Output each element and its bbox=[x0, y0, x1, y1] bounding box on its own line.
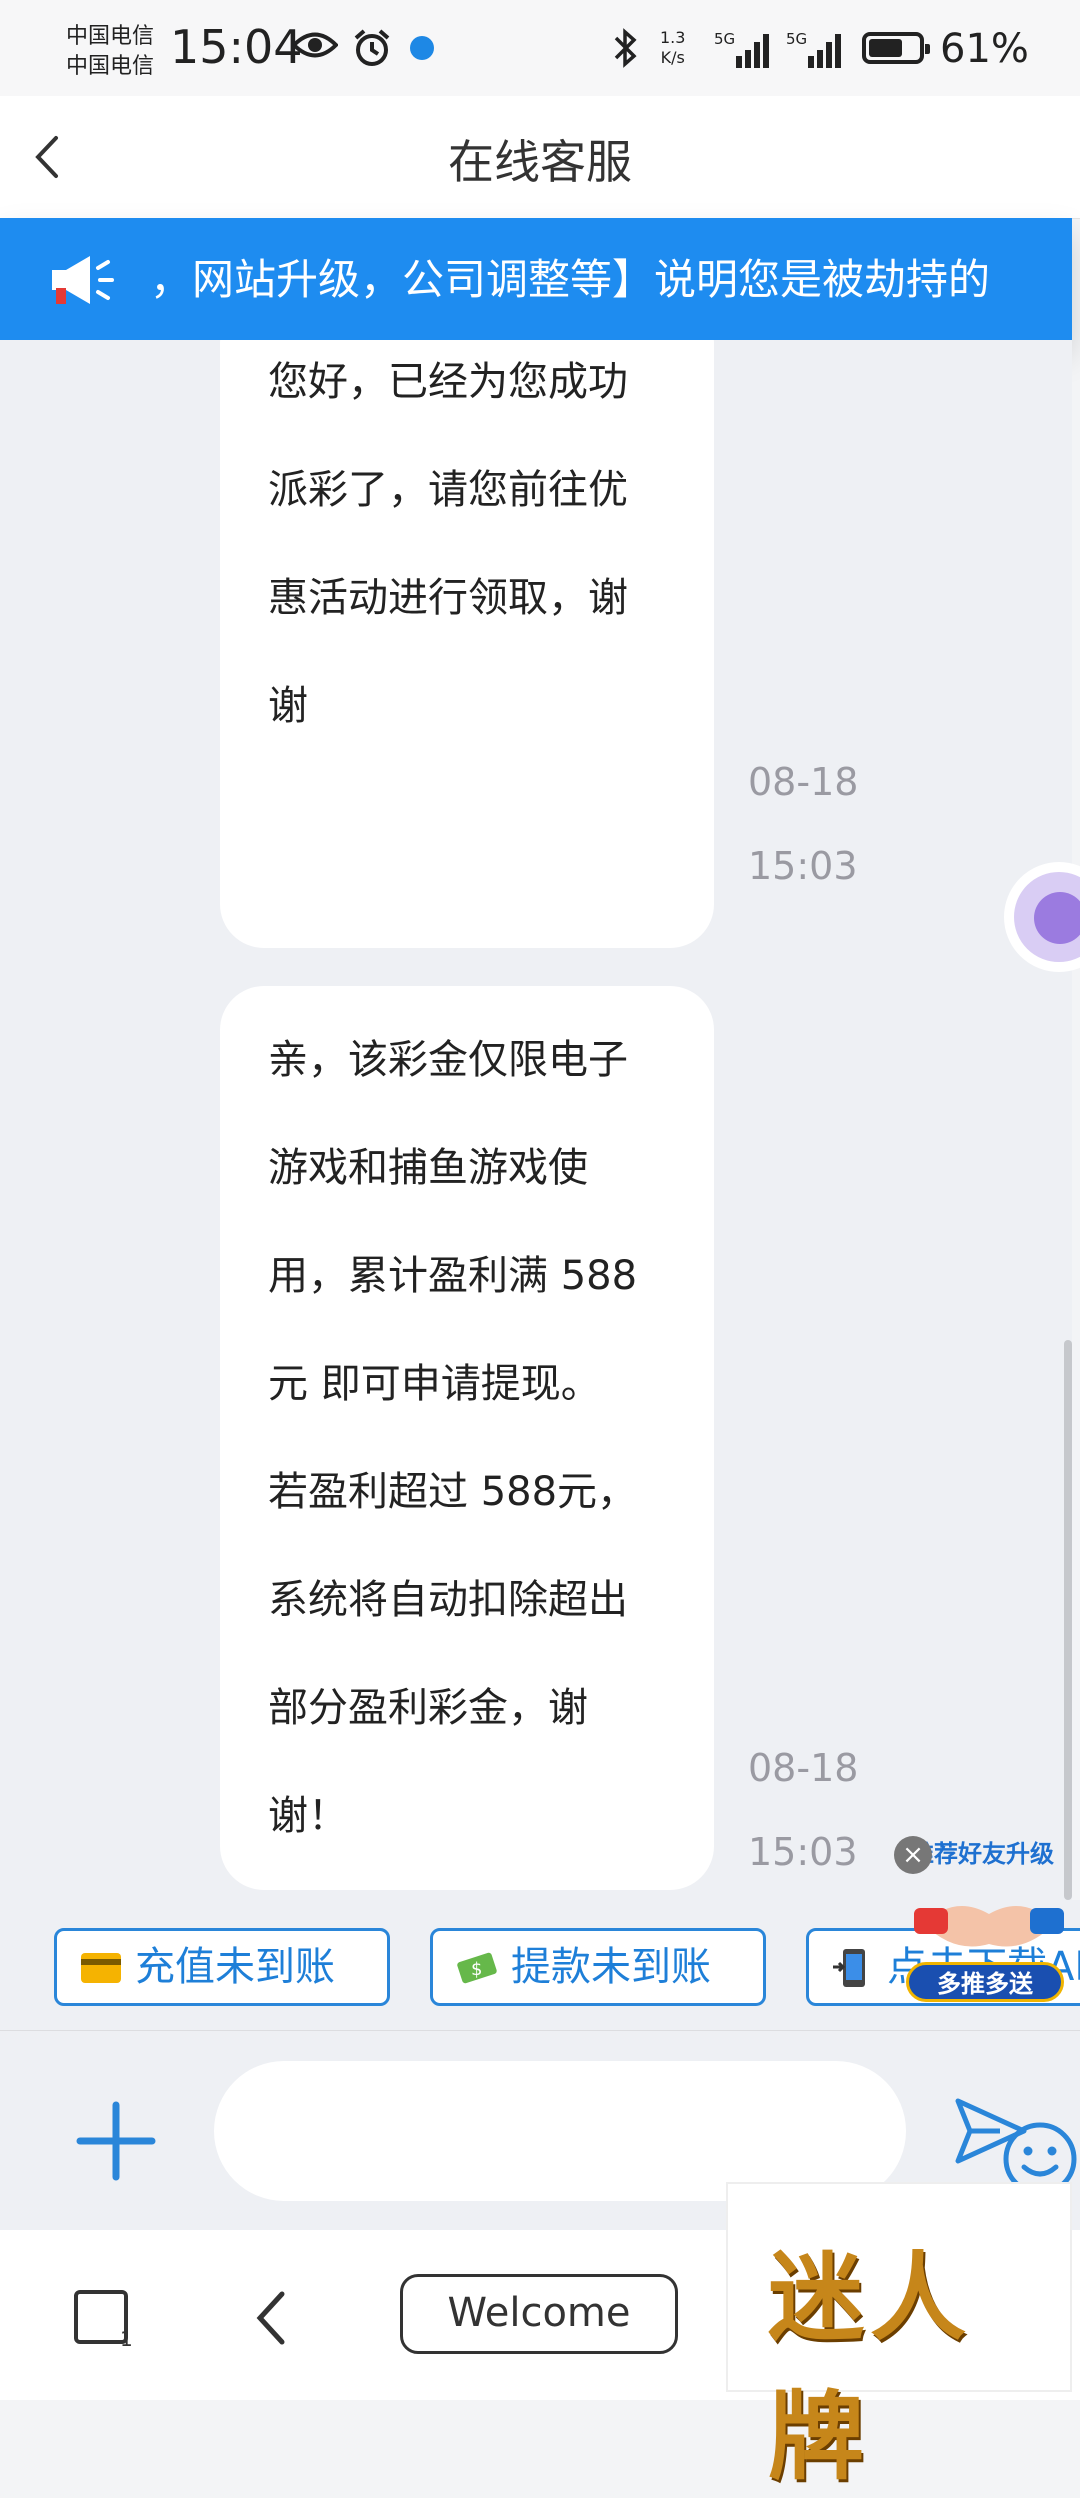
message-line: 元 即可申请提现。 bbox=[268, 1361, 601, 1407]
plus-icon[interactable] bbox=[76, 2101, 156, 2181]
message-line: 谢！ bbox=[268, 1793, 348, 1839]
battery-icon bbox=[862, 32, 930, 64]
message-line: 谢 bbox=[268, 683, 308, 729]
promo-label: 推荐好友升级 bbox=[910, 1840, 1054, 1868]
message-time: 15:03 bbox=[748, 844, 858, 888]
credit-card-icon bbox=[81, 1953, 121, 1983]
message-line: 惠活动进行领取，谢 bbox=[268, 575, 628, 621]
nav-back-icon[interactable] bbox=[252, 2288, 292, 2348]
net-speed-value: 1.3 bbox=[660, 28, 686, 47]
chat-area[interactable]: 您好，已经为您成功 派彩了，请您前往优 惠活动进行领取，谢 谢 08-18 15… bbox=[0, 340, 1072, 1900]
money-icon: $ bbox=[457, 1952, 497, 1984]
quick-reply-label: 提款未到账 bbox=[511, 1944, 711, 1990]
message-timestamp: 08-18 15:03 bbox=[748, 740, 858, 908]
message-line: 派彩了，请您前往优 bbox=[268, 467, 628, 513]
bluetooth-icon bbox=[614, 28, 637, 68]
notice-text: ，网站升级，公司调整等】说明您是被劫持的 bbox=[150, 255, 991, 304]
message-line: 用，累计盈利满 588 bbox=[268, 1253, 638, 1299]
net-speed-unit: K/s bbox=[660, 48, 685, 67]
header: 在线客服 bbox=[0, 96, 1080, 219]
chat-scrollbar[interactable] bbox=[1064, 1340, 1072, 1900]
svg-text:$: $ bbox=[471, 1959, 482, 1980]
signal-1-label: 5G bbox=[714, 30, 735, 48]
message-bubble: 亲，该彩金仅限电子 游戏和捕鱼游戏使 用，累计盈利满 588 元 即可申请提现。… bbox=[220, 986, 714, 1890]
message-input-wrapper bbox=[214, 2061, 1077, 2201]
message-input[interactable] bbox=[254, 2101, 758, 2163]
signal-1-icon: 5G bbox=[714, 30, 769, 68]
message-line: 部分盈利彩金，谢 bbox=[268, 1685, 588, 1731]
message-line: 亲，该彩金仅限电子 bbox=[268, 1037, 628, 1083]
message-bubble: 您好，已经为您成功 派彩了，请您前往优 惠活动进行领取，谢 谢 bbox=[220, 340, 714, 948]
eye-icon bbox=[292, 32, 338, 58]
signal-2-label: 5G bbox=[786, 30, 807, 48]
signal-2-icon: 5G bbox=[786, 30, 841, 68]
phone-icon bbox=[833, 1949, 865, 1987]
message-date: 08-18 bbox=[748, 1746, 859, 1790]
message-time: 15:03 bbox=[748, 1830, 858, 1874]
quick-reply-recharge[interactable]: 充值未到账 bbox=[54, 1928, 390, 2006]
tab-count: 1 bbox=[120, 2327, 133, 2350]
message-line: 若盈利超过 588元， bbox=[268, 1469, 638, 1515]
promo-widget[interactable]: 推荐好友升级 × 多推多送 bbox=[894, 1834, 1074, 2016]
quick-reply-label: 充值未到账 bbox=[135, 1944, 335, 1990]
brand-text: 迷人牌 bbox=[768, 2241, 972, 2493]
quick-reply-withdraw[interactable]: $ 提款未到账 bbox=[430, 1928, 766, 2006]
carrier-1: 中国电信 bbox=[66, 24, 155, 49]
message-date: 08-18 bbox=[748, 760, 859, 804]
status-time: 15:04 bbox=[170, 20, 303, 74]
page-title: 在线客服 bbox=[448, 135, 632, 189]
welcome-button[interactable]: Welcome bbox=[400, 2274, 678, 2354]
message-line: 游戏和捕鱼游戏使 bbox=[268, 1145, 588, 1191]
promo-button[interactable]: 多推多送 bbox=[906, 1962, 1064, 2002]
app-notification-icon bbox=[410, 36, 434, 60]
message-timestamp: 08-18 15:03 bbox=[748, 1726, 858, 1894]
net-speed: 1.3 K/s bbox=[660, 28, 685, 68]
message-line: 系统将自动扣除超出 bbox=[268, 1577, 628, 1623]
status-bar: 中国电信 中国电信 15:04 1.3 K/s 5G 5G 61% bbox=[0, 0, 1080, 96]
handshake-icon bbox=[914, 1906, 1064, 1947]
tabs-icon[interactable]: 1 bbox=[72, 2286, 136, 2350]
notice-banner: ，网站升级，公司调整等】说明您是被劫持的 bbox=[0, 218, 1072, 340]
bottom-nav: 1 Welcome 迷人牌 bbox=[0, 2182, 1080, 2493]
alarm-icon bbox=[354, 29, 390, 66]
close-icon[interactable]: × bbox=[894, 1836, 932, 1874]
carrier-labels: 中国电信 中国电信 bbox=[66, 22, 154, 82]
brand-logo: 迷人牌 bbox=[726, 2182, 1072, 2493]
send-icon[interactable] bbox=[950, 2091, 1030, 2171]
carrier-2: 中国电信 bbox=[66, 54, 155, 79]
megaphone-icon bbox=[52, 256, 114, 304]
message-line: 您好，已经为您成功 bbox=[268, 359, 628, 405]
battery-percent: 61% bbox=[940, 26, 1029, 72]
